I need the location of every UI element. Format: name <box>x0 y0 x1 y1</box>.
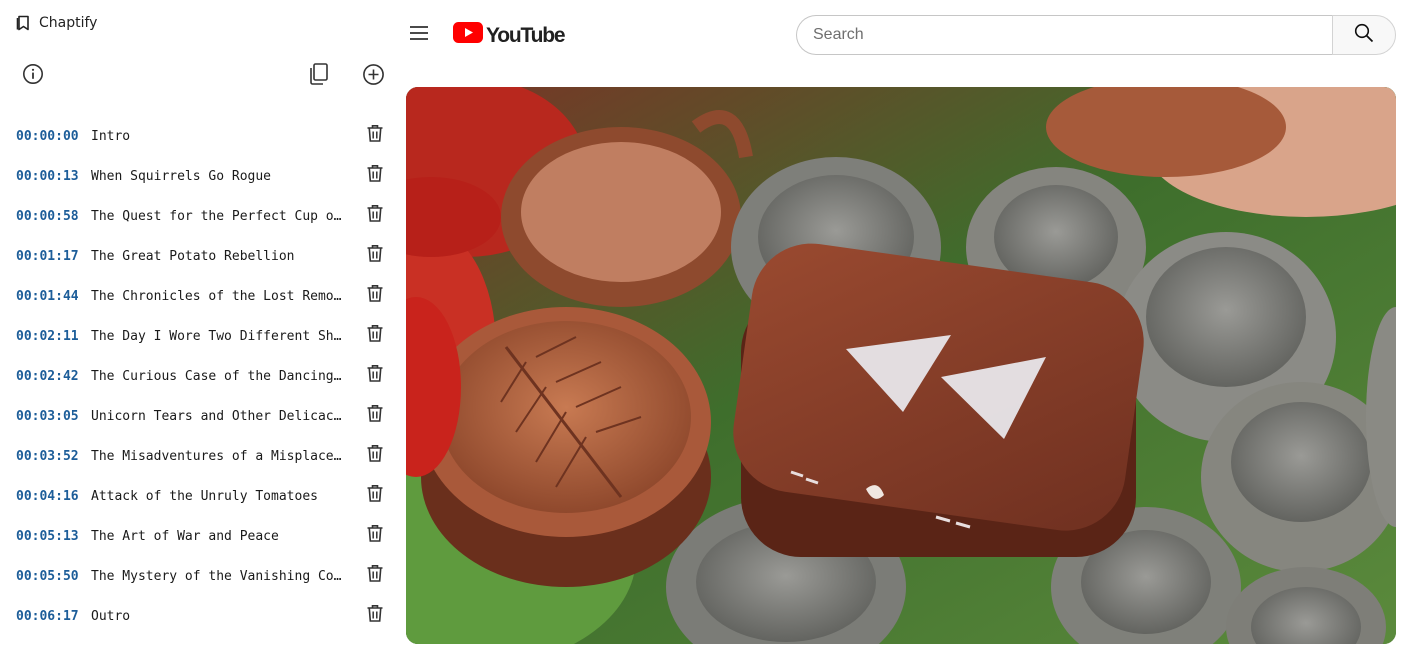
delete-chapter-button[interactable] <box>364 325 386 347</box>
copy-icon <box>308 62 330 86</box>
chaptify-panel: Chaptify 00:00:00 Intro 00:00:13 When Sq… <box>0 0 400 659</box>
chapter-title[interactable]: The Day I Wore Two Different Sh... <box>91 329 343 344</box>
delete-chapter-button[interactable] <box>364 125 386 147</box>
hamburger-menu-icon <box>409 25 429 46</box>
chapter-timestamp[interactable]: 00:00:13 <box>16 169 79 184</box>
chapter-row: 00:01:17 The Great Potato Rebellion <box>0 236 400 276</box>
chapter-row: 00:00:13 When Squirrels Go Rogue <box>0 156 400 196</box>
chapter-title[interactable]: The Curious Case of the Dancing... <box>91 369 343 384</box>
chapter-title[interactable]: When Squirrels Go Rogue <box>91 169 343 184</box>
delete-chapter-button[interactable] <box>364 485 386 507</box>
chapter-timestamp[interactable]: 00:06:17 <box>16 609 79 624</box>
chapter-timestamp[interactable]: 00:01:17 <box>16 249 79 264</box>
chapter-timestamp[interactable]: 00:03:52 <box>16 449 79 464</box>
chapter-row: 00:04:16 Attack of the Unruly Tomatoes <box>0 476 400 516</box>
add-chapter-button[interactable] <box>359 60 387 88</box>
chapter-row: 00:03:52 The Misadventures of a Misplace.… <box>0 436 400 476</box>
chapter-timestamp[interactable]: 00:00:00 <box>16 129 79 144</box>
trash-icon <box>366 244 384 268</box>
delete-chapter-button[interactable] <box>364 165 386 187</box>
info-button[interactable] <box>19 60 47 88</box>
chapter-title[interactable]: The Quest for the Perfect Cup o... <box>91 209 343 224</box>
video-player[interactable] <box>406 87 1396 644</box>
chapter-list: 00:00:00 Intro 00:00:13 When Squirrels Go R… <box>0 116 400 636</box>
trash-icon <box>366 164 384 188</box>
chapter-title[interactable]: Unicorn Tears and Other Delicac... <box>91 409 343 424</box>
trash-icon <box>366 324 384 348</box>
chapter-title[interactable]: The Art of War and Peace <box>91 529 343 544</box>
chapter-row: 00:00:00 Intro <box>0 116 400 156</box>
chapter-title[interactable]: Intro <box>91 129 343 144</box>
chapter-row: 00:01:44 The Chronicles of the Lost Remot… <box>0 276 400 316</box>
youtube-logo-text: YouTube <box>486 23 566 47</box>
chapter-title[interactable]: Attack of the Unruly Tomatoes <box>91 489 343 504</box>
delete-chapter-button[interactable] <box>364 245 386 267</box>
info-circle-icon <box>22 63 44 85</box>
delete-chapter-button[interactable] <box>364 445 386 467</box>
copy-button[interactable] <box>305 60 333 88</box>
trash-icon <box>366 204 384 228</box>
trash-icon <box>366 364 384 388</box>
trash-icon <box>366 404 384 428</box>
delete-chapter-button[interactable] <box>364 285 386 307</box>
chapter-timestamp[interactable]: 00:04:16 <box>16 489 79 504</box>
trash-icon <box>366 564 384 588</box>
chapter-timestamp[interactable]: 00:05:13 <box>16 529 79 544</box>
chapter-timestamp[interactable]: 00:05:50 <box>16 569 79 584</box>
search-icon <box>1354 23 1374 48</box>
youtube-logo[interactable]: YouTube <box>453 21 566 49</box>
chapter-row: 00:06:17 Outro <box>0 596 400 636</box>
guide-menu-button[interactable] <box>404 20 434 50</box>
trash-icon <box>366 604 384 628</box>
delete-chapter-button[interactable] <box>364 605 386 627</box>
video-frame-image <box>406 87 1396 644</box>
chapter-row: 00:03:05 Unicorn Tears and Other Delicac.… <box>0 396 400 436</box>
trash-icon <box>366 124 384 148</box>
chapter-timestamp[interactable]: 00:02:42 <box>16 369 79 384</box>
youtube-play-icon <box>453 22 483 48</box>
chapter-row: 00:02:11 The Day I Wore Two Different Sh.… <box>0 316 400 356</box>
trash-icon <box>366 284 384 308</box>
chapter-row: 00:00:58 The Quest for the Perfect Cup o.… <box>0 196 400 236</box>
chapter-title[interactable]: The Misadventures of a Misplace... <box>91 449 343 464</box>
app-header: Chaptify <box>16 13 97 33</box>
chapter-row: 00:05:50 The Mystery of the Vanishing Co.… <box>0 556 400 596</box>
trash-icon <box>366 484 384 508</box>
search-input[interactable] <box>796 15 1333 55</box>
search-button[interactable] <box>1332 15 1396 55</box>
plus-circle-icon <box>362 63 385 86</box>
delete-chapter-button[interactable] <box>364 565 386 587</box>
delete-chapter-button[interactable] <box>364 525 386 547</box>
chapter-row: 00:05:13 The Art of War and Peace <box>0 516 400 556</box>
trash-icon <box>366 524 384 548</box>
chapter-timestamp[interactable]: 00:01:44 <box>16 289 79 304</box>
chapter-title[interactable]: Outro <box>91 609 343 624</box>
delete-chapter-button[interactable] <box>364 205 386 227</box>
chapter-row: 00:02:42 The Curious Case of the Dancing.… <box>0 356 400 396</box>
chapter-title[interactable]: The Chronicles of the Lost Remote <box>91 289 343 304</box>
delete-chapter-button[interactable] <box>364 405 386 427</box>
chapter-title[interactable]: The Mystery of the Vanishing Co... <box>91 569 343 584</box>
chapter-title[interactable]: The Great Potato Rebellion <box>91 249 343 264</box>
chapter-timestamp[interactable]: 00:02:11 <box>16 329 79 344</box>
bookmark-icon <box>16 15 31 31</box>
app-title: Chaptify <box>39 15 98 31</box>
chapter-timestamp[interactable]: 00:00:58 <box>16 209 79 224</box>
trash-icon <box>366 444 384 468</box>
delete-chapter-button[interactable] <box>364 365 386 387</box>
chapter-timestamp[interactable]: 00:03:05 <box>16 409 79 424</box>
